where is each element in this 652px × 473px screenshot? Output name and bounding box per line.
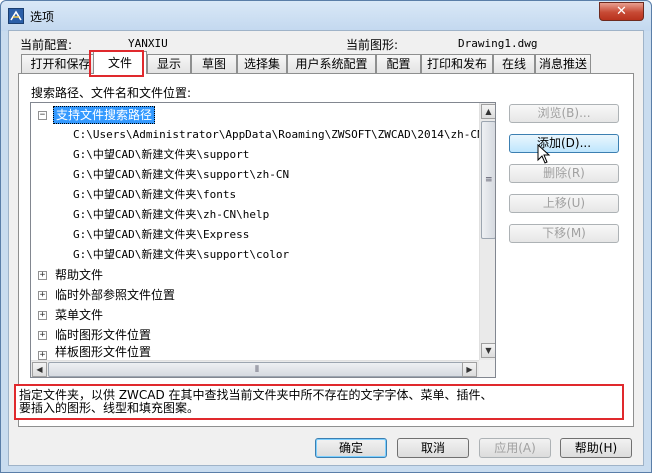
delete-button[interactable]: 删除(R) [509, 164, 619, 183]
expand-icon[interactable]: + [38, 311, 47, 320]
search-path-tree[interactable]: − 支持文件搜索路径 C:\Users\Administrator\AppDat… [30, 102, 496, 378]
tab-message-push[interactable]: 消息推送 [535, 54, 591, 73]
current-config-label: 当前配置: [20, 38, 73, 52]
vertical-scroll-thumb[interactable]: ≡ [481, 121, 495, 239]
title-bar[interactable]: 选项 ✕ [1, 1, 651, 31]
tree-path-item[interactable]: G:\中望CAD\新建文件夹\support\color [73, 245, 289, 265]
description-text: 指定文件夹，以供 ZWCAD 在其中查找当前文件夹中所不存在的文字字体、菜单、插… [19, 388, 493, 415]
tab-drafting[interactable]: 草图 [191, 54, 237, 73]
tree-node-label: 临时外部参照文件位置 [55, 288, 176, 302]
expand-icon[interactable]: + [38, 331, 47, 340]
path-text: G:\中望CAD\新建文件夹\support\color [73, 248, 290, 261]
tree-node-template-location[interactable]: + 样板图形文件位置 [31, 345, 471, 360]
tree-vertical-scrollbar[interactable]: ▲ ≡ ▼ [479, 103, 495, 360]
tab-online[interactable]: 在线 [493, 54, 535, 73]
tree-path-item[interactable]: G:\中望CAD\新建文件夹\support [73, 145, 249, 165]
tab-label: 消息推送 [538, 57, 587, 71]
path-text: C:\Users\Administrator\AppData\Roaming\Z… [73, 128, 496, 141]
grip-icon: ⦀ [255, 365, 259, 375]
tab-open-save[interactable]: 打开和保存 [21, 54, 100, 73]
tree-path-item[interactable]: G:\中望CAD\新建文件夹\support\zh-CN [73, 165, 289, 185]
tree-node-menu-files[interactable]: + 菜单文件 [31, 305, 471, 325]
tree-path-item[interactable]: G:\中望CAD\新建文件夹\fonts [73, 185, 236, 205]
path-text: G:\中望CAD\新建文件夹\Express [73, 228, 250, 241]
expand-icon[interactable]: + [38, 271, 47, 280]
path-text: G:\中望CAD\新建文件夹\zh-CN\help [73, 208, 270, 221]
tree-horizontal-scrollbar[interactable]: ◀ ⦀ ▶ [31, 360, 479, 377]
expand-icon[interactable]: + [38, 351, 47, 360]
section-label: 搜索路径、文件名和文件位置: [31, 86, 192, 100]
tree-path-item[interactable]: G:\中望CAD\新建文件夹\Express [73, 225, 249, 245]
grip-icon: ≡ [485, 175, 493, 185]
current-config-value: YANXIU [128, 37, 168, 50]
current-drawing-label: 当前图形: [346, 38, 399, 52]
close-icon: ✕ [616, 4, 627, 19]
collapse-icon[interactable]: − [38, 111, 47, 120]
path-text: G:\中望CAD\新建文件夹\support [73, 148, 250, 161]
tab-label: 在线 [501, 57, 526, 71]
mouse-cursor-icon [537, 144, 551, 164]
path-text: G:\中望CAD\新建文件夹\support\zh-CN [73, 168, 290, 181]
tab-files[interactable]: 文件 [93, 51, 147, 74]
tree-node-label: 帮助文件 [55, 268, 104, 282]
scroll-left-icon[interactable]: ◀ [32, 362, 47, 377]
apply-button[interactable]: 应用(A) [479, 438, 551, 458]
tab-selection[interactable]: 选择集 [237, 54, 287, 73]
tab-label: 打印和发布 [426, 57, 487, 71]
scroll-right-icon[interactable]: ▶ [462, 362, 477, 377]
ok-button[interactable]: 确定 [315, 438, 387, 458]
tab-label: 显示 [156, 57, 181, 71]
app-icon [8, 8, 24, 24]
tab-label: 用户系统配置 [295, 57, 368, 71]
tab-label: 配置 [386, 57, 411, 71]
tab-label: 打开和保存 [30, 57, 91, 71]
tab-label: 文件 [107, 56, 132, 70]
tree-path-item[interactable]: C:\Users\Administrator\AppData\Roaming\Z… [73, 125, 496, 145]
expand-icon[interactable]: + [38, 291, 47, 300]
browse-button[interactable]: 浏览(B)... [509, 104, 619, 123]
help-button[interactable]: 帮助(H) [560, 438, 632, 458]
add-button[interactable]: 添加(D)... [509, 134, 619, 153]
scroll-down-icon[interactable]: ▼ [481, 343, 495, 358]
tree-node-label: 临时图形文件位置 [55, 328, 152, 342]
cancel-button[interactable]: 取消 [397, 438, 469, 458]
tree-node-help-files[interactable]: + 帮助文件 [31, 265, 471, 285]
tree-node-label: 支持文件搜索路径 [53, 106, 156, 124]
move-down-button[interactable]: 下移(M) [509, 224, 619, 243]
tab-plot-publish[interactable]: 打印和发布 [421, 54, 493, 73]
path-text: G:\中望CAD\新建文件夹\fonts [73, 188, 237, 201]
tree-node-xref-temp[interactable]: + 临时外部参照文件位置 [31, 285, 471, 305]
tab-label: 草图 [201, 57, 226, 71]
tab-label: 选择集 [243, 57, 280, 71]
tab-display[interactable]: 显示 [147, 54, 191, 73]
scroll-corner [479, 360, 495, 377]
tree-node-label: 样板图形文件位置 [55, 345, 152, 359]
current-drawing-value: Drawing1.dwg [458, 37, 538, 50]
tree-node-temp-drawing[interactable]: + 临时图形文件位置 [31, 325, 471, 345]
tree-path-item[interactable]: G:\中望CAD\新建文件夹\zh-CN\help [73, 205, 269, 225]
tab-user-preferences[interactable]: 用户系统配置 [287, 54, 376, 73]
tree-node-label: 菜单文件 [55, 308, 104, 322]
move-up-button[interactable]: 上移(U) [509, 194, 619, 213]
window-title: 选项 [30, 10, 55, 24]
horizontal-scroll-thumb[interactable]: ⦀ [48, 362, 474, 377]
tab-profiles[interactable]: 配置 [376, 54, 421, 73]
close-button[interactable]: ✕ [599, 2, 644, 21]
scroll-up-icon[interactable]: ▲ [481, 104, 495, 119]
